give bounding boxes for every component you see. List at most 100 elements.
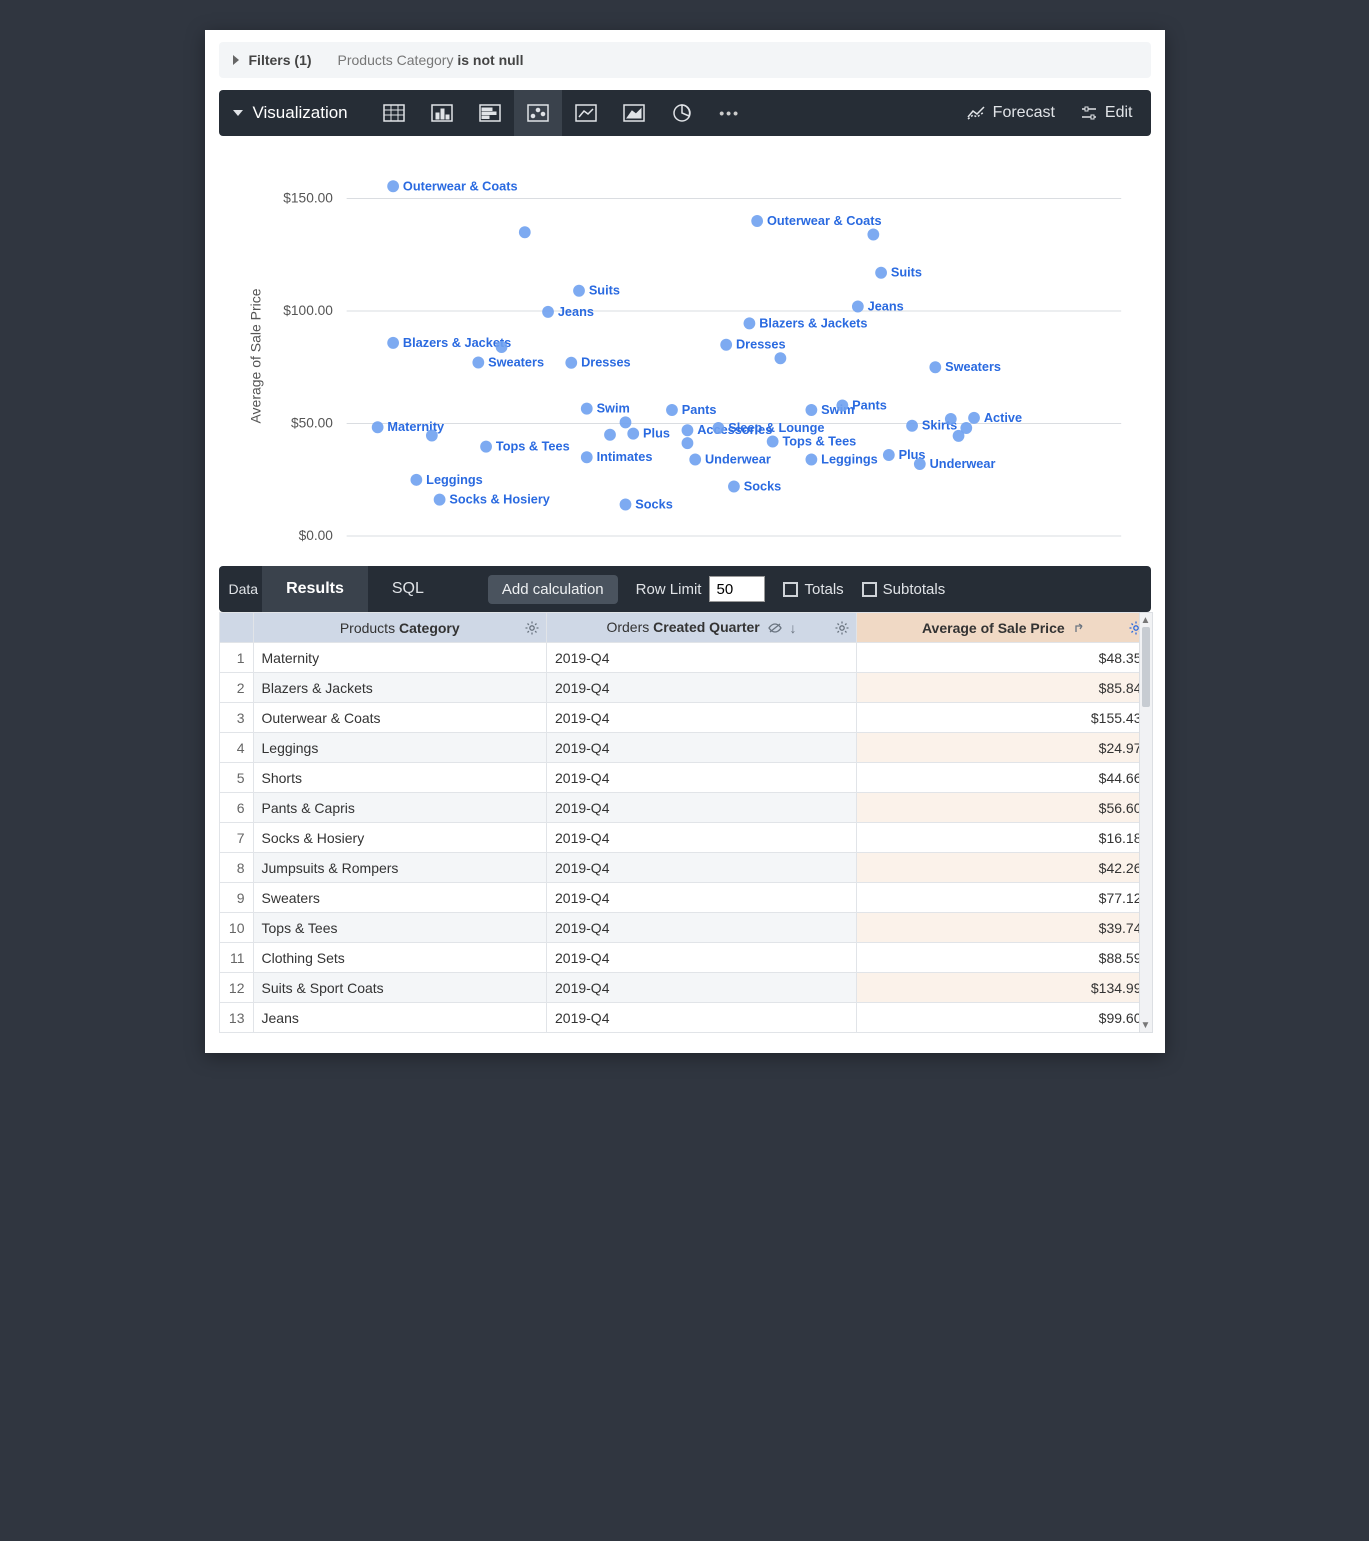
chart-point[interactable] xyxy=(867,229,879,241)
cell-quarter: 2019-Q4 xyxy=(547,793,857,823)
table-row: 2Blazers & Jackets2019-Q4$85.84 xyxy=(219,673,1150,703)
cell-category: Clothing Sets xyxy=(253,943,547,973)
cell-quarter: 2019-Q4 xyxy=(547,943,857,973)
chart-point[interactable] xyxy=(689,454,701,466)
vis-type-bar[interactable] xyxy=(466,90,514,136)
chart-point[interactable] xyxy=(565,357,577,369)
cell-quarter: 2019-Q4 xyxy=(547,763,857,793)
vis-type-pie[interactable] xyxy=(658,90,706,136)
vis-type-line[interactable] xyxy=(562,90,610,136)
vis-type-more[interactable]: ••• xyxy=(706,105,754,121)
chart-point[interactable] xyxy=(387,180,399,192)
chart-point[interactable] xyxy=(573,285,585,297)
forecast-button[interactable]: Forecast xyxy=(967,104,1055,122)
chart-point[interactable] xyxy=(666,404,678,416)
chart-point-label: Socks & Hosiery xyxy=(449,491,550,506)
chart-point[interactable] xyxy=(681,437,693,449)
chart-point-label: Leggings xyxy=(821,451,878,466)
chart-point[interactable] xyxy=(929,361,941,373)
chart-point[interactable] xyxy=(681,424,693,436)
scroll-down-icon[interactable]: ▼ xyxy=(1140,1018,1152,1032)
cell-quarter: 2019-Q4 xyxy=(547,853,857,883)
cell-value: $39.74 xyxy=(857,913,1151,943)
checkbox-icon xyxy=(783,582,798,597)
chevron-right-icon xyxy=(233,55,239,65)
chart-point[interactable] xyxy=(774,352,786,364)
gear-icon[interactable] xyxy=(524,620,540,636)
chart-point-label: Dresses xyxy=(581,355,631,370)
chart-point[interactable] xyxy=(766,436,778,448)
chart-point[interactable] xyxy=(712,422,724,434)
chart-point[interactable] xyxy=(836,400,848,412)
cell-value: $16.18 xyxy=(857,823,1151,853)
subtotals-checkbox[interactable]: Subtotals xyxy=(862,581,946,598)
chart-point[interactable] xyxy=(913,458,925,470)
filters-bar[interactable]: Filters (1) Products Category is not nul… xyxy=(219,42,1151,78)
hidden-icon xyxy=(768,622,782,634)
chart-point[interactable] xyxy=(425,430,437,442)
chart-point[interactable] xyxy=(580,451,592,463)
visualization-title: Visualization xyxy=(253,103,348,123)
row-limit-input[interactable] xyxy=(709,576,765,602)
scroll-thumb[interactable] xyxy=(1142,627,1150,707)
chart-point-label: Sweaters xyxy=(488,354,544,369)
chart-point-label: Blazers & Jackets xyxy=(759,315,867,330)
chart-point[interactable] xyxy=(851,301,863,313)
chart-point[interactable] xyxy=(542,306,554,318)
chart-point[interactable] xyxy=(604,429,616,441)
cell-value: $48.35 xyxy=(857,643,1151,673)
scatter-chart[interactable]: $0.00$50.00$100.00$150.00Average of Sale… xyxy=(219,136,1151,562)
chart-point[interactable] xyxy=(619,499,631,511)
chart-point[interactable] xyxy=(743,317,755,329)
chart-point-label: Plus xyxy=(643,426,670,441)
chevron-down-icon[interactable] xyxy=(233,110,243,116)
add-calculation-button[interactable]: Add calculation xyxy=(488,575,618,604)
chart-point[interactable] xyxy=(805,404,817,416)
chart-point[interactable] xyxy=(968,412,980,424)
chart-point-label: Blazers & Jackets xyxy=(402,335,510,350)
vis-type-scatter[interactable] xyxy=(514,90,562,136)
chart-point[interactable] xyxy=(720,339,732,351)
cell-category: Suits & Sport Coats xyxy=(253,973,547,1003)
chart-point[interactable] xyxy=(805,454,817,466)
chart-point[interactable] xyxy=(433,494,445,506)
chart-point[interactable] xyxy=(882,449,894,461)
chart-point[interactable] xyxy=(387,337,399,349)
gear-icon[interactable] xyxy=(834,620,850,636)
table-row: 10Tops & Tees2019-Q4$39.74 xyxy=(219,913,1150,943)
scrollbar[interactable]: ▲ ▼ xyxy=(1139,612,1153,1033)
forecast-icon xyxy=(967,106,985,120)
vis-type-area[interactable] xyxy=(610,90,658,136)
cell-quarter: 2019-Q4 xyxy=(547,643,857,673)
chart-point[interactable] xyxy=(480,441,492,453)
chart-point[interactable] xyxy=(410,474,422,486)
chart-point[interactable] xyxy=(944,413,956,425)
vis-type-column[interactable] xyxy=(418,90,466,136)
chart-point-label: Intimates xyxy=(596,449,652,464)
chart-point[interactable] xyxy=(875,267,887,279)
totals-checkbox[interactable]: Totals xyxy=(783,581,843,598)
cell-category: Leggings xyxy=(253,733,547,763)
column-average-sale-price[interactable]: Average of Sale Price xyxy=(857,613,1151,643)
table-row: 9Sweaters2019-Q4$77.12 xyxy=(219,883,1150,913)
chart-point[interactable] xyxy=(580,403,592,415)
chart-point[interactable] xyxy=(619,416,631,428)
edit-button[interactable]: Edit xyxy=(1081,104,1133,122)
chart-point[interactable] xyxy=(952,430,964,442)
chart-point[interactable] xyxy=(495,341,507,353)
chart-point[interactable] xyxy=(627,428,639,440)
chart-point[interactable] xyxy=(906,420,918,432)
chart-point[interactable] xyxy=(518,226,530,238)
vis-type-table[interactable] xyxy=(370,90,418,136)
data-title: Data xyxy=(229,581,259,597)
cell-quarter: 2019-Q4 xyxy=(547,1003,857,1033)
column-quarter[interactable]: Orders Created Quarter ↓ xyxy=(547,613,857,643)
tab-sql[interactable]: SQL xyxy=(368,566,448,612)
chart-point[interactable] xyxy=(728,481,740,493)
scroll-up-icon[interactable]: ▲ xyxy=(1140,613,1152,627)
chart-point[interactable] xyxy=(371,421,383,433)
column-category[interactable]: Products Category xyxy=(253,613,547,643)
tab-results[interactable]: Results xyxy=(262,566,368,612)
chart-point[interactable] xyxy=(472,356,484,368)
chart-point[interactable] xyxy=(751,215,763,227)
